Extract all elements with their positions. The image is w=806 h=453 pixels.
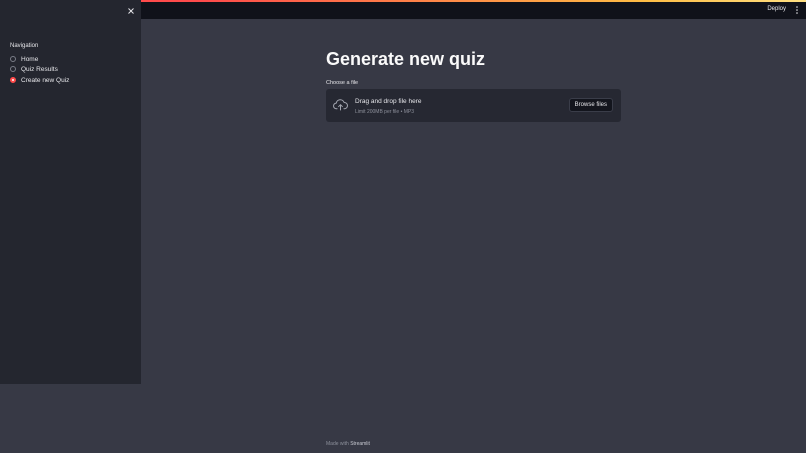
file-uploader-label: Choose a file xyxy=(326,80,359,86)
sidebar-item-label: Quiz Results xyxy=(21,65,58,73)
footer-brand-link[interactable]: Streamlit xyxy=(350,441,370,447)
footer: Made with Streamlit xyxy=(326,441,370,447)
kebab-menu-icon[interactable] xyxy=(795,5,799,15)
radio-button[interactable] xyxy=(10,56,16,62)
sidebar-item-quiz-results[interactable]: Quiz Results xyxy=(10,64,58,74)
sidebar: Navigation Home Quiz Results Create new … xyxy=(0,0,141,384)
sidebar-item-create-new-quiz[interactable]: Create new Quiz xyxy=(10,75,69,85)
navigation-heading: Navigation xyxy=(10,43,39,49)
sidebar-item-label: Home xyxy=(21,55,39,63)
dropzone-instructions: Drag and drop file here xyxy=(355,98,422,105)
sidebar-item-label: Create new Quiz xyxy=(21,76,70,84)
page-title: Generate new quiz xyxy=(326,49,486,69)
sidebar-item-home[interactable]: Home xyxy=(10,54,38,64)
radio-button-selected[interactable] xyxy=(10,77,16,83)
browse-files-button[interactable]: Browse files xyxy=(568,98,613,112)
deploy-button[interactable]: Deploy xyxy=(767,6,786,12)
radio-button[interactable] xyxy=(10,66,16,72)
dropzone-limit-text: Limit 200MB per file • MP3 xyxy=(355,109,414,115)
footer-prefix: Made with xyxy=(326,441,349,447)
file-dropzone[interactable]: Drag and drop file here Limit 200MB per … xyxy=(326,89,621,122)
close-icon[interactable] xyxy=(126,6,136,16)
cloud-upload-icon xyxy=(333,99,348,111)
